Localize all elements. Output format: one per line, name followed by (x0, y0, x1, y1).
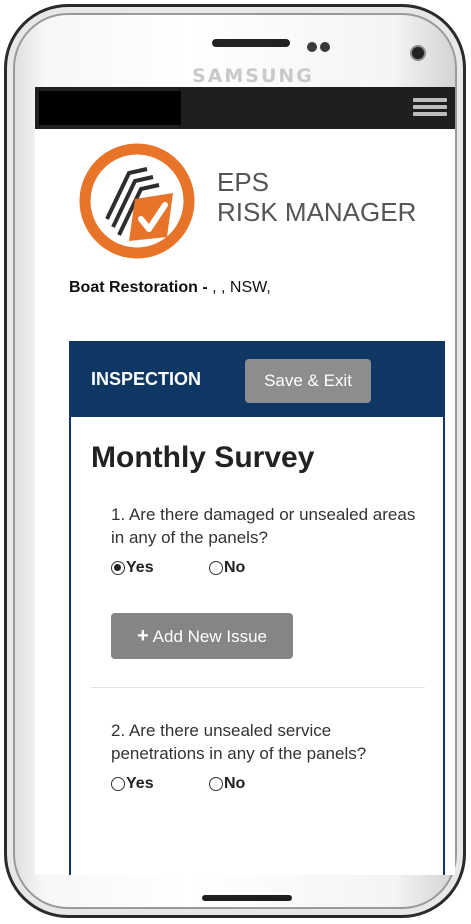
question-1-yes-label: Yes (126, 559, 154, 576)
radio-unchecked-icon[interactable] (209, 777, 223, 791)
question-1-no-radio[interactable]: No (209, 559, 245, 577)
question-1-no-label: No (224, 559, 246, 576)
phone-screen: EPS RISK MANAGER Boat Restoration - , , … (35, 87, 455, 875)
inspection-card: INSPECTION Save & Exit Monthly Survey 1.… (69, 341, 445, 875)
question-1: 1. Are there damaged or unsealed areas i… (111, 505, 416, 547)
survey-title: Monthly Survey (91, 441, 315, 474)
proximity-sensors (307, 39, 339, 52)
front-camera (412, 47, 424, 59)
question-2: 2. Are there unsealed service penetratio… (111, 721, 367, 763)
radio-unchecked-icon[interactable] (111, 777, 125, 791)
radio-unchecked-icon[interactable] (209, 561, 223, 575)
site-name: Boat Restoration - (69, 279, 208, 296)
app-title: EPS RISK MANAGER (217, 167, 416, 227)
hamburger-menu-icon[interactable] (413, 95, 447, 123)
add-new-issue-button[interactable]: + Add New Issue (111, 613, 293, 659)
app-title-line1: EPS (217, 167, 270, 197)
question-2-no-label: No (224, 775, 246, 792)
redacted-status-area (39, 91, 181, 125)
add-new-issue-label: Add New Issue (152, 627, 268, 646)
site-details: , , NSW, (207, 279, 271, 296)
plus-icon: + (136, 625, 149, 647)
question-1-yes-radio[interactable]: Yes (111, 559, 154, 577)
home-button[interactable] (202, 895, 292, 901)
site-location: Boat Restoration - , , NSW, (69, 279, 271, 297)
question-2-yes-radio[interactable]: Yes (111, 775, 154, 793)
device-brand: SAMSUNG (192, 65, 314, 87)
status-bar (35, 87, 455, 129)
question-2-no-radio[interactable]: No (209, 775, 245, 793)
earpiece-speaker (212, 39, 290, 47)
radio-checked-icon[interactable] (111, 561, 125, 575)
question-divider (91, 687, 425, 688)
inspection-header: INSPECTION Save & Exit (71, 343, 443, 417)
question-2-yes-label: Yes (126, 775, 154, 792)
phone-frame: SAMSUNG EPS RISK MANAGER Boat Restoratio… (4, 4, 466, 918)
app-title-line2: RISK MANAGER (217, 197, 417, 227)
eps-logo-icon (79, 143, 195, 259)
app-header: EPS RISK MANAGER (35, 129, 455, 279)
inspection-title: INSPECTION (91, 369, 202, 389)
save-exit-button[interactable]: Save & Exit (245, 359, 371, 403)
